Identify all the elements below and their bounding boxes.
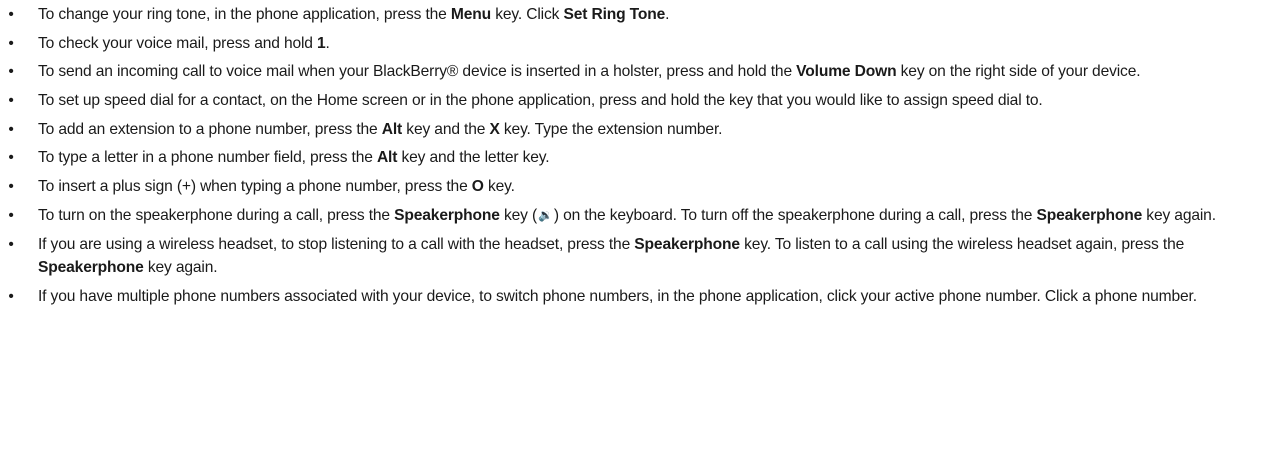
key-name: Alt xyxy=(376,149,398,167)
tip-text: If you have multiple phone numbers assoc… xyxy=(38,288,1197,305)
text-segment: key again. xyxy=(1142,206,1216,224)
list-item: To change your ring tone, in the phone a… xyxy=(0,3,1266,27)
key-name: Set Ring Tone xyxy=(563,6,666,23)
list-item: To insert a plus sign (+) when typing a … xyxy=(0,175,1266,199)
tip-text: To set up speed dial for a contact, on t… xyxy=(38,92,1043,109)
text-segment: key and the letter key. xyxy=(397,149,550,167)
list-item: To check your voice mail, press and hold… xyxy=(0,32,1266,56)
text-segment: key. To listen to a call using the wirel… xyxy=(739,235,1185,253)
text-segment: To send an incoming call to voice mail w… xyxy=(38,63,797,81)
bullet-icon xyxy=(6,175,16,199)
tip-text: To type a letter in a phone number field… xyxy=(38,149,550,167)
bullet-icon xyxy=(6,89,16,113)
speaker-icon: 🔉 xyxy=(538,207,553,222)
document-page: To change your ring tone, in the phone a… xyxy=(0,0,1266,463)
key-name: Speakerphone xyxy=(394,206,500,224)
text-segment: To check your voice mail, press and hold xyxy=(38,34,318,52)
text-segment: To set up speed dial for a contact, on t… xyxy=(38,92,1043,110)
tip-text: To add an extension to a phone number, p… xyxy=(38,121,722,138)
tip-text: To insert a plus sign (+) when typing a … xyxy=(38,178,515,195)
text-segment: key again. xyxy=(143,259,218,276)
tip-text: If you are using a wireless headset, to … xyxy=(38,236,1184,277)
key-name: Speakerphone xyxy=(38,259,144,276)
text-segment: To type a letter in a phone number field… xyxy=(38,149,377,167)
text-segment: To change your ring tone, in the phone a… xyxy=(38,6,451,23)
key-name: Speakerphone xyxy=(1036,206,1143,224)
bullet-icon xyxy=(6,204,16,228)
list-item: To set up speed dial for a contact, on t… xyxy=(0,89,1266,113)
text-segment: If you are using a wireless headset, to … xyxy=(38,235,635,253)
tip-text: To change your ring tone, in the phone a… xyxy=(38,6,670,23)
key-name: X xyxy=(489,120,500,138)
text-segment: key ( xyxy=(499,206,538,224)
list-item: To type a letter in a phone number field… xyxy=(0,146,1266,170)
bullet-icon xyxy=(6,285,16,309)
key-name: O xyxy=(471,178,484,196)
list-item: If you are using a wireless headset, to … xyxy=(0,233,1266,280)
bullet-icon xyxy=(6,32,16,56)
tip-text: To send an incoming call to voice mail w… xyxy=(38,63,1141,81)
list-item: To send an incoming call to voice mail w… xyxy=(0,60,1266,84)
text-segment: key. Click xyxy=(491,6,564,23)
bullet-icon xyxy=(6,3,16,27)
list-item: If you have multiple phone numbers assoc… xyxy=(0,285,1266,309)
text-segment: key. xyxy=(483,178,515,196)
tip-text: To check your voice mail, press and hold… xyxy=(38,35,330,52)
bullet-icon xyxy=(6,233,16,257)
bullet-icon xyxy=(6,146,16,170)
bullet-icon xyxy=(6,118,16,142)
list-item: To turn on the speakerphone during a cal… xyxy=(0,204,1266,228)
text-segment: ) on the keyboard. To turn off the speak… xyxy=(553,206,1037,224)
text-segment: If you have multiple phone numbers assoc… xyxy=(38,287,1197,305)
text-segment: To insert a plus sign (+) when typing a … xyxy=(38,178,472,196)
key-name: Alt xyxy=(381,120,403,138)
phone-tips-list: To change your ring tone, in the phone a… xyxy=(0,3,1266,308)
text-segment: . xyxy=(325,34,330,52)
text-segment: To add an extension to a phone number, p… xyxy=(38,120,382,138)
list-item: To add an extension to a phone number, p… xyxy=(0,118,1266,142)
tip-text: To turn on the speakerphone during a cal… xyxy=(38,207,1216,224)
bullet-icon xyxy=(6,60,16,84)
text-segment: key and the xyxy=(402,120,490,138)
key-name: 1 xyxy=(317,34,326,52)
text-segment: . xyxy=(665,6,670,23)
text-segment: To turn on the speakerphone during a cal… xyxy=(38,206,395,224)
key-name: Menu xyxy=(450,6,492,23)
text-segment: key on the right side of your device. xyxy=(896,63,1141,81)
text-segment: key. Type the extension number. xyxy=(499,120,723,138)
key-name: Volume Down xyxy=(796,63,897,81)
key-name: Speakerphone xyxy=(634,235,740,253)
